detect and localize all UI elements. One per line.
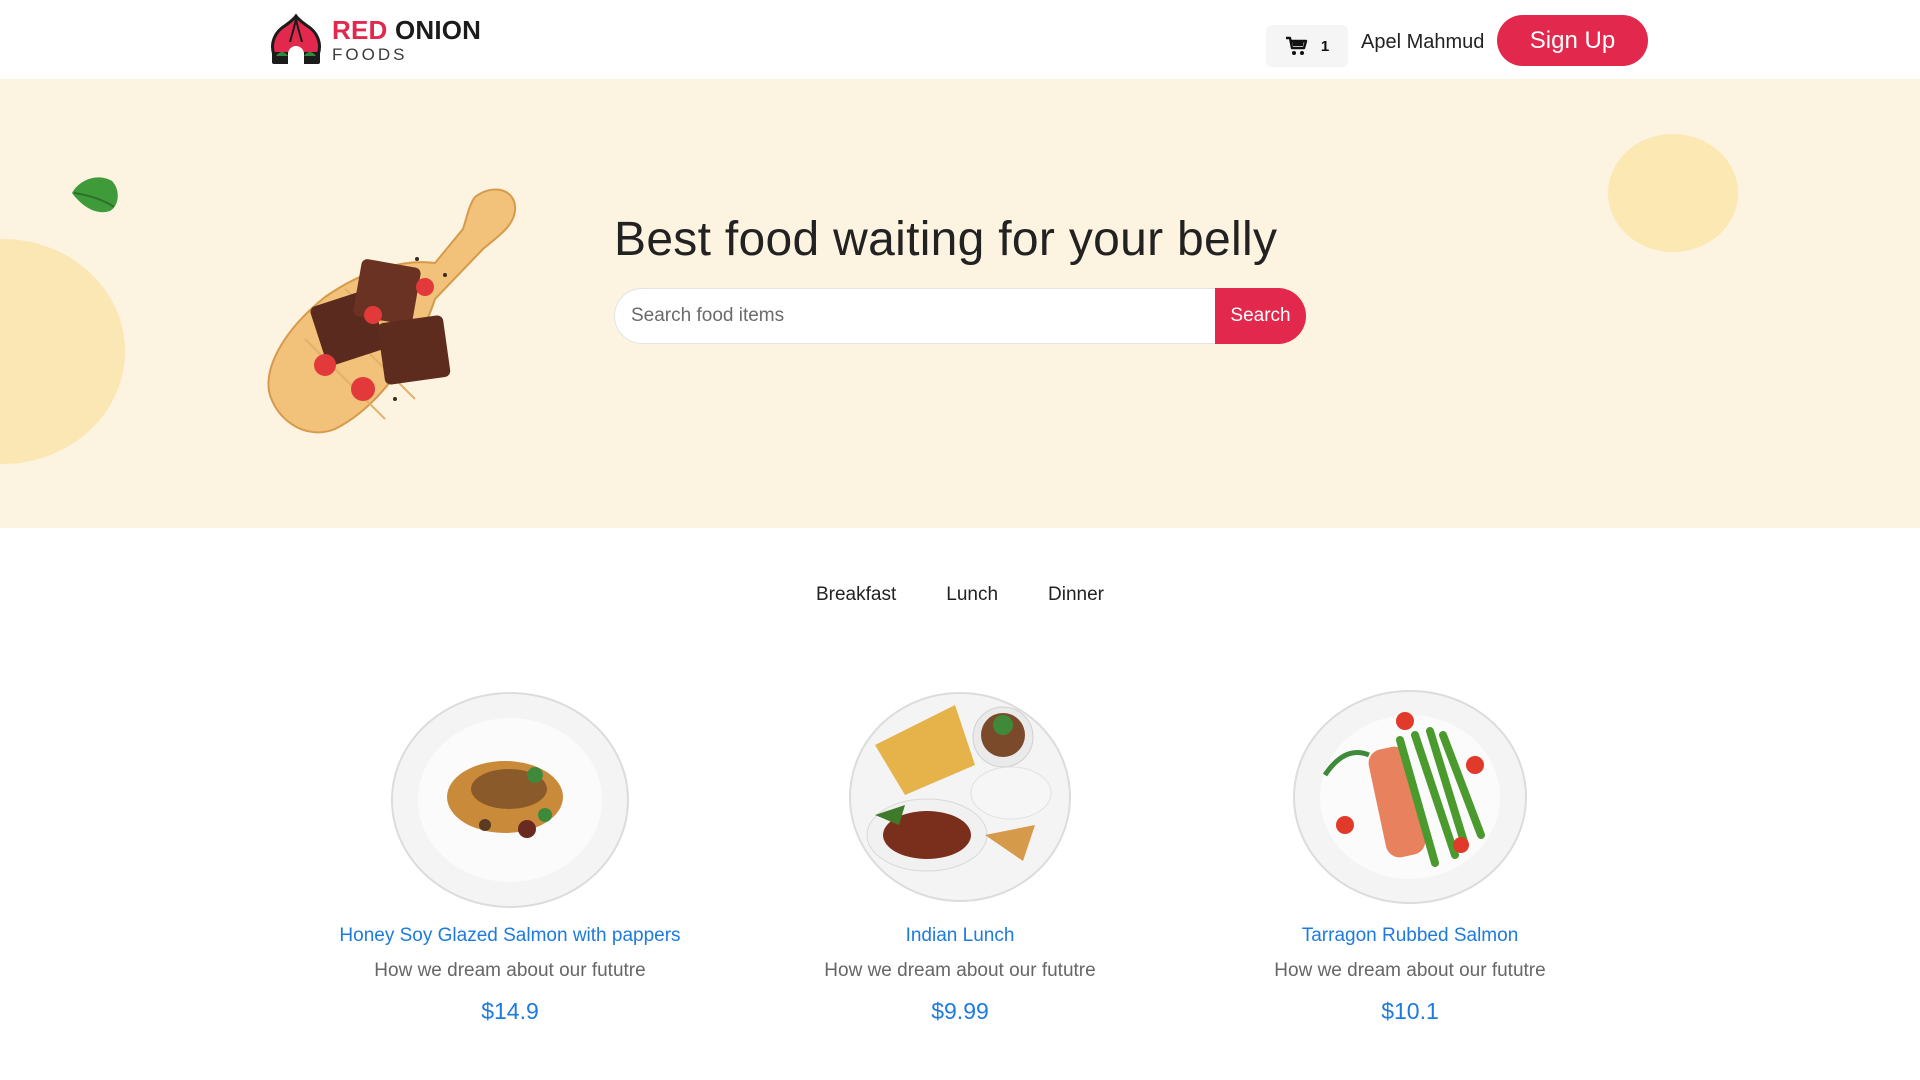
- food-description: How we dream about our fututre: [1274, 960, 1546, 981]
- food-image: [1293, 690, 1527, 904]
- food-description: How we dream about our fututre: [374, 960, 646, 981]
- food-description: How we dream about our fututre: [824, 960, 1096, 981]
- food-price: $10.1: [1381, 998, 1439, 1024]
- brownie-board-image: [267, 188, 517, 434]
- food-title[interactable]: Tarragon Rubbed Salmon: [1185, 925, 1635, 947]
- food-card[interactable]: Honey Soy Glazed Salmon with pappers How…: [285, 685, 735, 1025]
- hero-banner: Best food waiting for your belly Search: [0, 79, 1920, 528]
- food-price: $14.9: [481, 998, 539, 1024]
- hero-title: Best food waiting for your belly: [614, 213, 1278, 266]
- tab-dinner[interactable]: Dinner: [1023, 584, 1129, 606]
- brand-name-red: RED: [332, 15, 388, 45]
- tab-breakfast[interactable]: Breakfast: [791, 584, 921, 606]
- brand-logo[interactable]: RED ONION FOODS: [266, 12, 481, 68]
- food-title[interactable]: Indian Lunch: [735, 925, 1185, 947]
- food-price: $9.99: [931, 998, 989, 1024]
- decorative-blob-right: [1608, 134, 1738, 252]
- food-card[interactable]: Tarragon Rubbed Salmon How we dream abou…: [1185, 685, 1635, 1025]
- food-card[interactable]: Indian Lunch How we dream about our futu…: [735, 685, 1185, 1025]
- basil-leaf-icon: [72, 177, 118, 213]
- brand-subtitle: FOODS: [332, 45, 408, 64]
- tab-lunch[interactable]: Lunch: [921, 584, 1023, 606]
- search-button[interactable]: Search: [1215, 288, 1306, 344]
- food-image: [849, 692, 1071, 902]
- decorative-blob-left: [0, 239, 125, 464]
- onion-logo-icon: [271, 13, 321, 64]
- search-input[interactable]: [614, 288, 1215, 344]
- cart-button[interactable]: 1: [1266, 25, 1348, 67]
- navbar: RED ONION FOODS 1 Apel Mahmud Sign Up: [0, 0, 1920, 79]
- user-name[interactable]: Apel Mahmud: [1361, 31, 1484, 54]
- sign-up-button[interactable]: Sign Up: [1497, 15, 1648, 66]
- food-image: [391, 692, 629, 908]
- food-title[interactable]: Honey Soy Glazed Salmon with pappers: [285, 925, 735, 947]
- brand-name-black: ONION: [394, 15, 482, 45]
- meal-tabs: Breakfast Lunch Dinner: [0, 584, 1920, 606]
- cart-count-badge: 1: [1320, 37, 1330, 55]
- cart-icon: [1285, 36, 1308, 55]
- search-bar: Search: [614, 288, 1306, 344]
